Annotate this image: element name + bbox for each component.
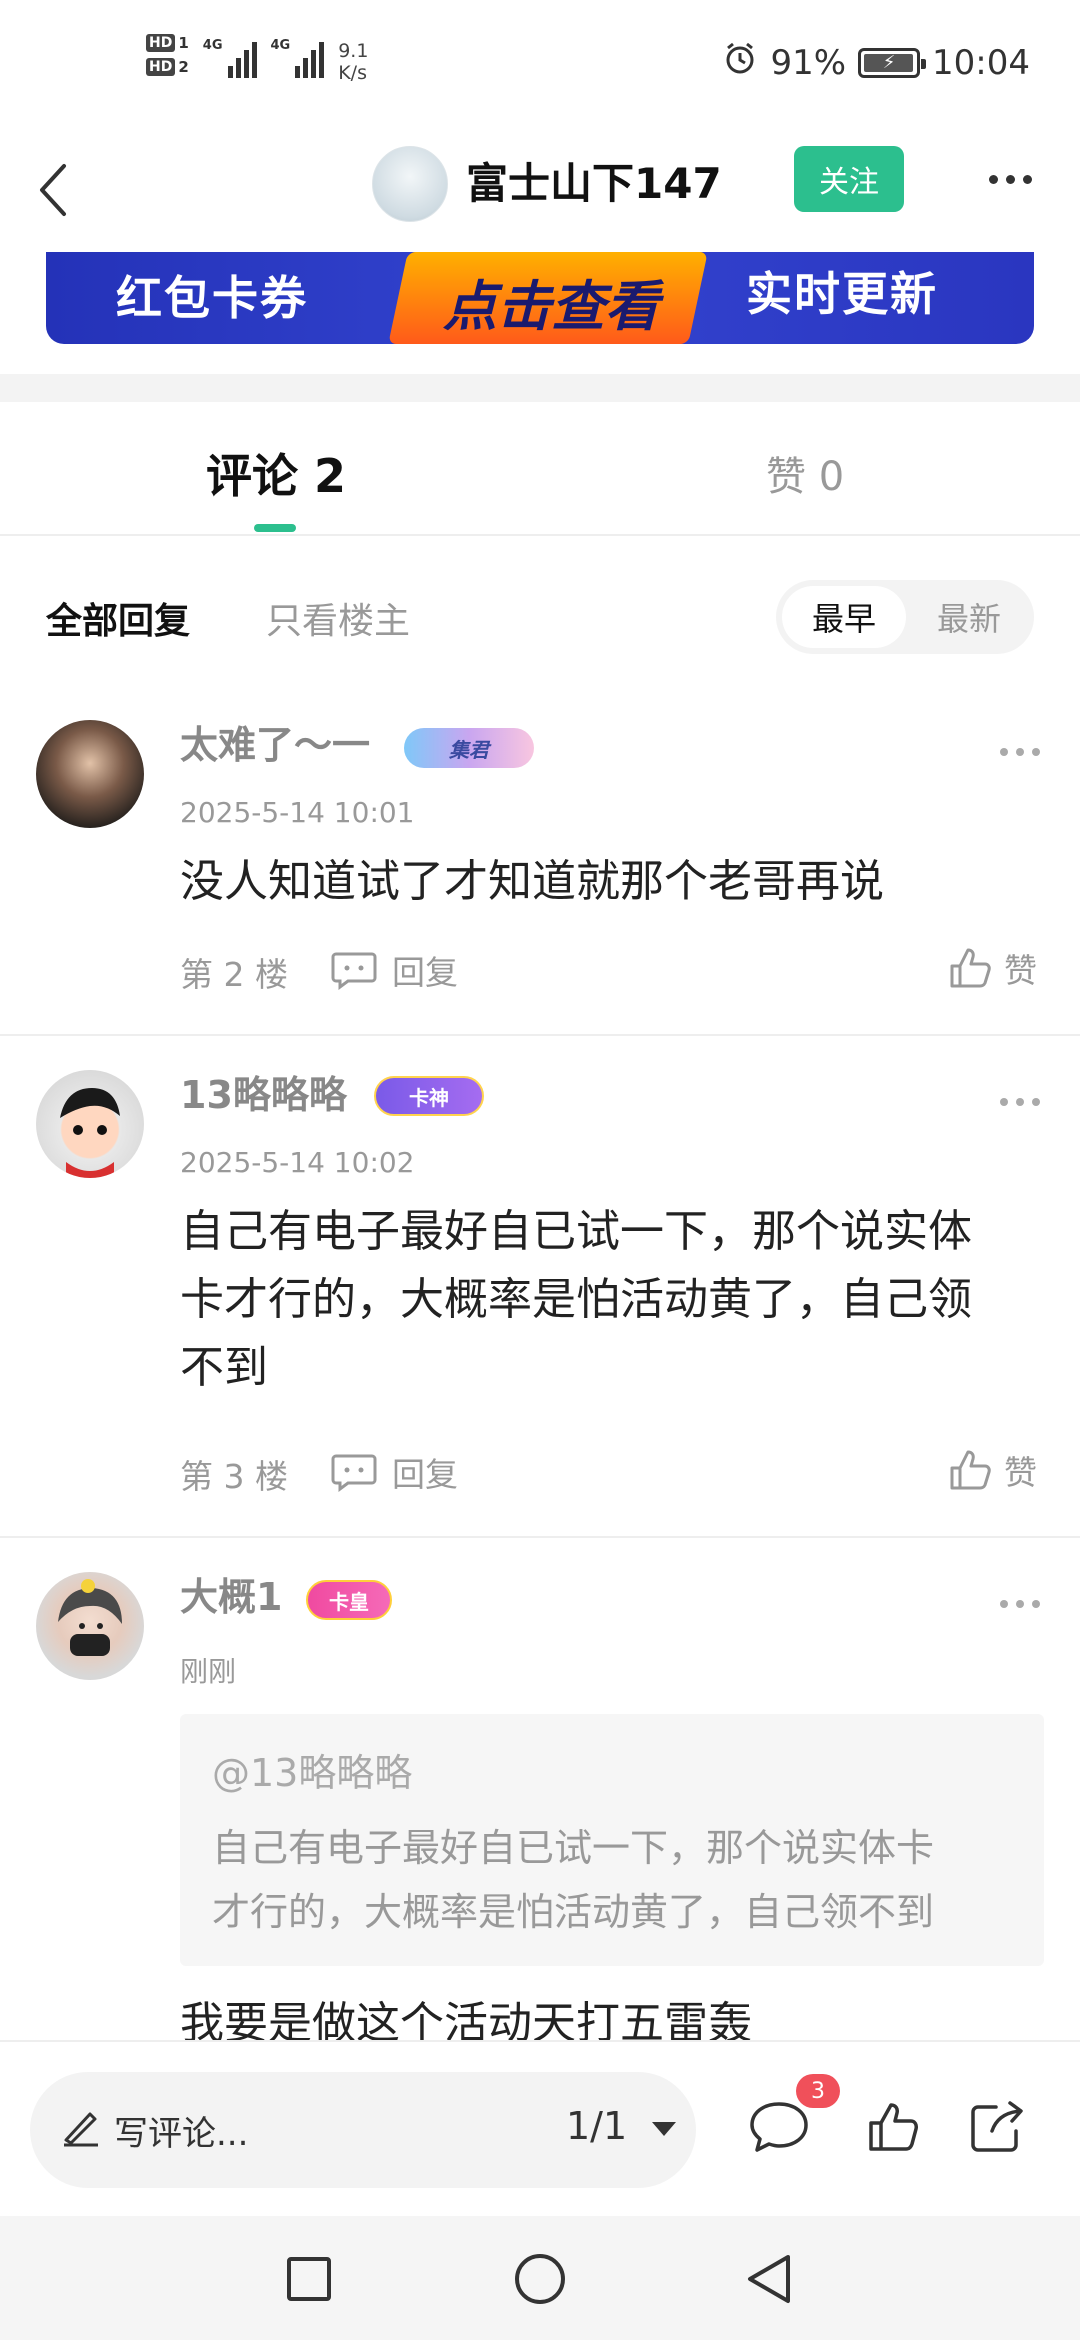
comment-bubble-icon xyxy=(331,952,377,990)
hd-indicators: HD 1 HD 2 xyxy=(146,34,189,76)
comment-text-line: 卡才行的，大概率是怕活动黄了，自己领 xyxy=(180,1274,972,1325)
comment-text: 我要是做这个活动天打五雷轰 xyxy=(180,1998,752,2040)
user-badge: 卡皇 xyxy=(306,1580,392,1620)
net-speed: 9.1 K/s xyxy=(338,34,368,84)
hd-label: HD xyxy=(146,58,176,76)
nav-circle-icon[interactable] xyxy=(505,2244,575,2314)
battery-icon: ⚡ xyxy=(858,47,927,78)
quoted-text-line: 自己有电子最好自已试一下，那个说实体卡 xyxy=(212,1826,935,1870)
hd-label: HD xyxy=(146,34,176,52)
thumbs-up-icon xyxy=(950,1450,991,1490)
thumbs-up-icon[interactable] xyxy=(858,2092,928,2162)
quoted-text-line: 才行的，大概率是怕活动黄了，自己领不到 xyxy=(212,1890,935,1934)
battery-percent: 91% xyxy=(770,42,847,83)
hd-indicator-2: HD 2 xyxy=(146,58,189,76)
comment-time: 刚刚 xyxy=(180,1655,237,1688)
network-type: 4G xyxy=(202,38,223,53)
floor-number: 第 3 楼 xyxy=(180,1457,288,1496)
write-comment-placeholder: 写评论... xyxy=(114,2114,249,2154)
banner-left-text: 红包卡券 xyxy=(116,271,308,325)
filter-owner-only[interactable]: 只看楼主 xyxy=(266,592,410,644)
thumbs-up-icon xyxy=(950,948,991,988)
sim-number: 2 xyxy=(178,58,189,76)
nav-square-icon[interactable] xyxy=(274,2244,344,2314)
alarm-icon xyxy=(722,40,758,85)
sort-toggle: 最早 最新 xyxy=(776,580,1034,654)
reply-button[interactable]: 回复 xyxy=(330,1448,458,1496)
avatar[interactable] xyxy=(36,720,144,828)
signal-icon-2: 4G xyxy=(271,34,325,78)
more-dots-icon[interactable] xyxy=(980,154,1040,204)
comment-text-line: 不到 xyxy=(180,1342,268,1393)
back-arrow-icon[interactable] xyxy=(28,150,78,230)
like-button[interactable]: 赞 xyxy=(948,1446,1037,1494)
like-label: 赞 xyxy=(1004,1453,1037,1492)
nav-triangle-icon[interactable] xyxy=(734,2244,804,2314)
status-bar: HD 1 HD 2 4G 4G 9.1 K/s 91% ⚡ 10:04 xyxy=(0,0,1080,130)
pen-icon xyxy=(64,2112,98,2147)
tab-bar: 评论 2 赞 0 xyxy=(0,402,1080,536)
comment-time: 2025-5-14 10:02 xyxy=(180,1146,415,1179)
hd-indicator-1: HD 1 xyxy=(146,34,189,52)
promo-banner[interactable]: 红包卡券 点击查看 实时更新 xyxy=(46,252,1034,344)
sim-number: 1 xyxy=(178,34,189,52)
page-title[interactable]: 富士山下147 xyxy=(466,154,722,214)
net-speed-value: 9.1 xyxy=(338,40,369,62)
tab-active-indicator xyxy=(254,524,296,532)
quoted-username: @13略略略 xyxy=(212,1751,413,1795)
user-badge: 卡神 xyxy=(374,1076,484,1116)
quoted-text: 自己有电子最好自已试一下，那个说实体卡 才行的，大概率是怕活动黄了，自己领不到 xyxy=(212,1816,1022,1944)
avatar[interactable] xyxy=(36,1070,144,1178)
write-comment-field[interactable]: 写评论... 1/1 xyxy=(30,2072,696,2188)
status-bar-right: 91% ⚡ 10:04 xyxy=(722,40,1030,85)
page-indicator[interactable]: 1/1 xyxy=(566,2104,627,2148)
filter-row: 全部回复 只看楼主 最早 最新 xyxy=(0,560,1080,670)
chevron-down-icon[interactable] xyxy=(652,2122,676,2136)
clock: 10:04 xyxy=(932,42,1030,83)
reply-button[interactable]: 回复 xyxy=(330,946,458,994)
comment-time: 2025-5-14 10:01 xyxy=(180,796,415,829)
more-dots-icon[interactable] xyxy=(1000,1092,1040,1112)
comment-username[interactable]: 13略略略 xyxy=(180,1070,347,1120)
banner-center-text: 点击查看 xyxy=(443,275,659,338)
like-label: 赞 xyxy=(1004,951,1037,990)
quoted-reply[interactable]: @13略略略 自己有电子最好自已试一下，那个说实体卡 才行的，大概率是怕活动黄了… xyxy=(180,1714,1044,1966)
comment-text: 没人知道试了才知道就那个老哥再说 xyxy=(180,856,884,907)
signal-icon-1: 4G xyxy=(203,34,257,78)
filter-all-replies[interactable]: 全部回复 xyxy=(46,592,190,644)
comment-username[interactable]: 大概1 xyxy=(180,1572,282,1622)
sort-newest[interactable]: 最新 xyxy=(910,586,1028,648)
follow-button[interactable]: 关注 xyxy=(794,146,904,212)
like-button[interactable]: 赞 xyxy=(948,944,1037,992)
comment-text-line: 自己有电子最好自已试一下，那个说实体 xyxy=(180,1206,972,1257)
section-gap xyxy=(0,374,1080,402)
bottom-action-bar: 写评论... 1/1 3 xyxy=(0,2040,1080,2216)
more-dots-icon[interactable] xyxy=(1000,1594,1040,1614)
comment-bubble-icon xyxy=(331,1454,377,1492)
net-speed-unit: K/s xyxy=(338,62,367,84)
tab-likes[interactable]: 赞 0 xyxy=(766,444,844,502)
network-type: 4G xyxy=(270,38,291,53)
status-bar-left: HD 1 HD 2 4G 4G 9.1 K/s xyxy=(146,34,368,84)
reply-label: 回复 xyxy=(392,1455,458,1494)
reply-label: 回复 xyxy=(392,953,458,992)
comment-text: 自己有电子最好自已试一下，那个说实体 卡才行的，大概率是怕活动黄了，自己领 不到 xyxy=(180,1198,1060,1402)
avatar[interactable] xyxy=(36,1572,144,1680)
system-nav-bar xyxy=(0,2216,1080,2340)
sort-earliest[interactable]: 最早 xyxy=(782,586,906,648)
comment-count-badge: 3 xyxy=(796,2074,840,2108)
forum-avatar[interactable] xyxy=(372,146,448,222)
tab-comments[interactable]: 评论 2 xyxy=(206,440,346,506)
share-icon[interactable] xyxy=(962,2092,1032,2162)
divider xyxy=(0,1536,1080,1538)
top-header: 富士山下147 关注 xyxy=(0,130,1080,250)
more-dots-icon[interactable] xyxy=(1000,742,1040,762)
divider xyxy=(0,1034,1080,1036)
user-badge: 集君 xyxy=(404,728,534,768)
comment-username[interactable]: 太难了～一 xyxy=(180,720,370,770)
banner-right-text: 实时更新 xyxy=(746,267,938,321)
floor-number: 第 2 楼 xyxy=(180,955,288,994)
